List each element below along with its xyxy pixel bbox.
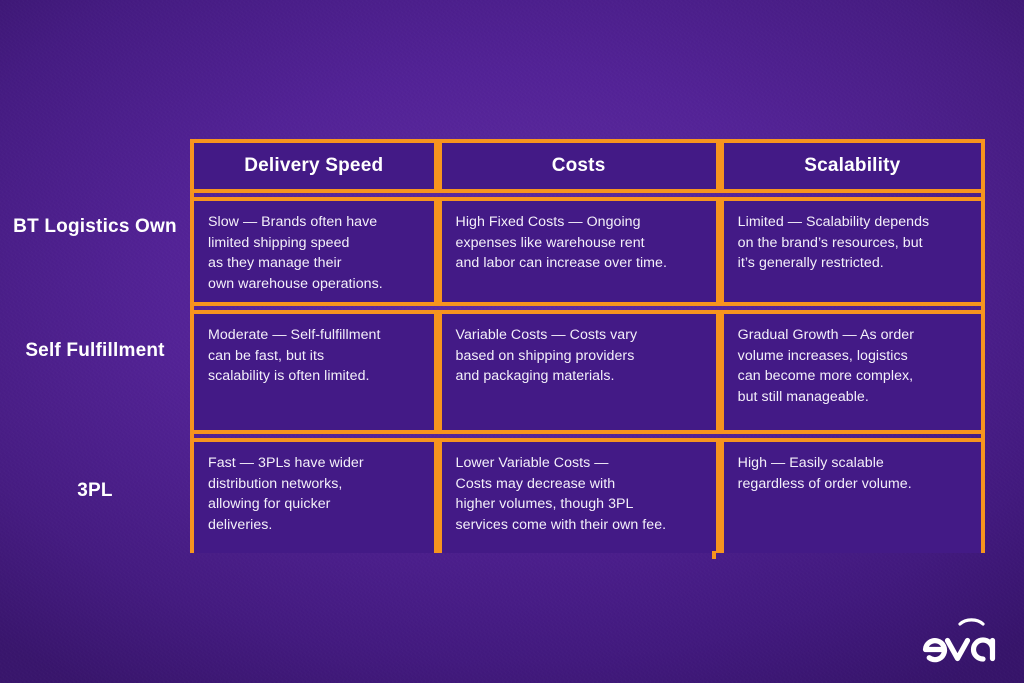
cell-text: Lower Variable Costs — Costs may decreas…: [455, 455, 667, 533]
cell-text: Fast — 3PLs have wider distribution netw…: [208, 455, 364, 533]
column-header-label: Delivery Speed: [244, 155, 384, 176]
table-cell: Variable Costs — Costs vary based on shi…: [437, 310, 720, 434]
table-row: Slow — Brands often have limited shippin…: [194, 197, 981, 306]
column-header-scalability: Scalability: [719, 143, 981, 193]
cell-text: Limited — Scalability depends on the bra…: [737, 214, 930, 271]
cell-text: High Fixed Costs — Ongoing expenses like…: [455, 214, 667, 271]
column-header-costs: Costs: [437, 143, 720, 193]
table-cell: Moderate — Self-fulfillment can be fast,…: [194, 310, 438, 434]
table-cell: Limited — Scalability depends on the bra…: [719, 197, 981, 306]
column-header-label: Scalability: [804, 155, 901, 176]
table-cell: Slow — Brands often have limited shippin…: [194, 197, 438, 306]
cell-text: High — Easily scalable regardless of ord…: [737, 455, 912, 492]
row-label-bt-logistics-own: BT Logistics Own: [13, 216, 177, 237]
table-cell: High — Easily scalable regardless of ord…: [719, 438, 981, 553]
comparison-table: Delivery Speed Costs Scalability Slow — …: [190, 139, 985, 553]
table-row: Fast — 3PLs have wider distribution netw…: [194, 438, 981, 553]
row-label-self-fulfillment: Self Fulfillment: [25, 340, 165, 361]
comparison-infographic: BT Logistics Own Self Fulfillment 3PL De…: [0, 0, 1024, 683]
cell-text: Gradual Growth — As order volume increas…: [737, 327, 914, 405]
cell-text: Variable Costs — Costs vary based on shi…: [455, 327, 638, 384]
eva-logo: [920, 617, 998, 665]
row-label-3pl: 3PL: [77, 480, 113, 501]
table-bottom-tick-mark: [712, 551, 716, 559]
table-header-row: Delivery Speed Costs Scalability: [194, 143, 981, 193]
table-cell: Fast — 3PLs have wider distribution netw…: [194, 438, 438, 553]
table-row: Moderate — Self-fulfillment can be fast,…: [194, 310, 981, 434]
table-cell: Lower Variable Costs — Costs may decreas…: [437, 438, 720, 553]
column-header-label: Costs: [551, 155, 606, 176]
cell-text: Moderate — Self-fulfillment can be fast,…: [208, 327, 381, 384]
table-cell: Gradual Growth — As order volume increas…: [719, 310, 981, 434]
table-cell: High Fixed Costs — Ongoing expenses like…: [437, 197, 720, 306]
cell-text: Slow — Brands often have limited shippin…: [208, 214, 383, 292]
column-header-delivery-speed: Delivery Speed: [194, 143, 438, 193]
